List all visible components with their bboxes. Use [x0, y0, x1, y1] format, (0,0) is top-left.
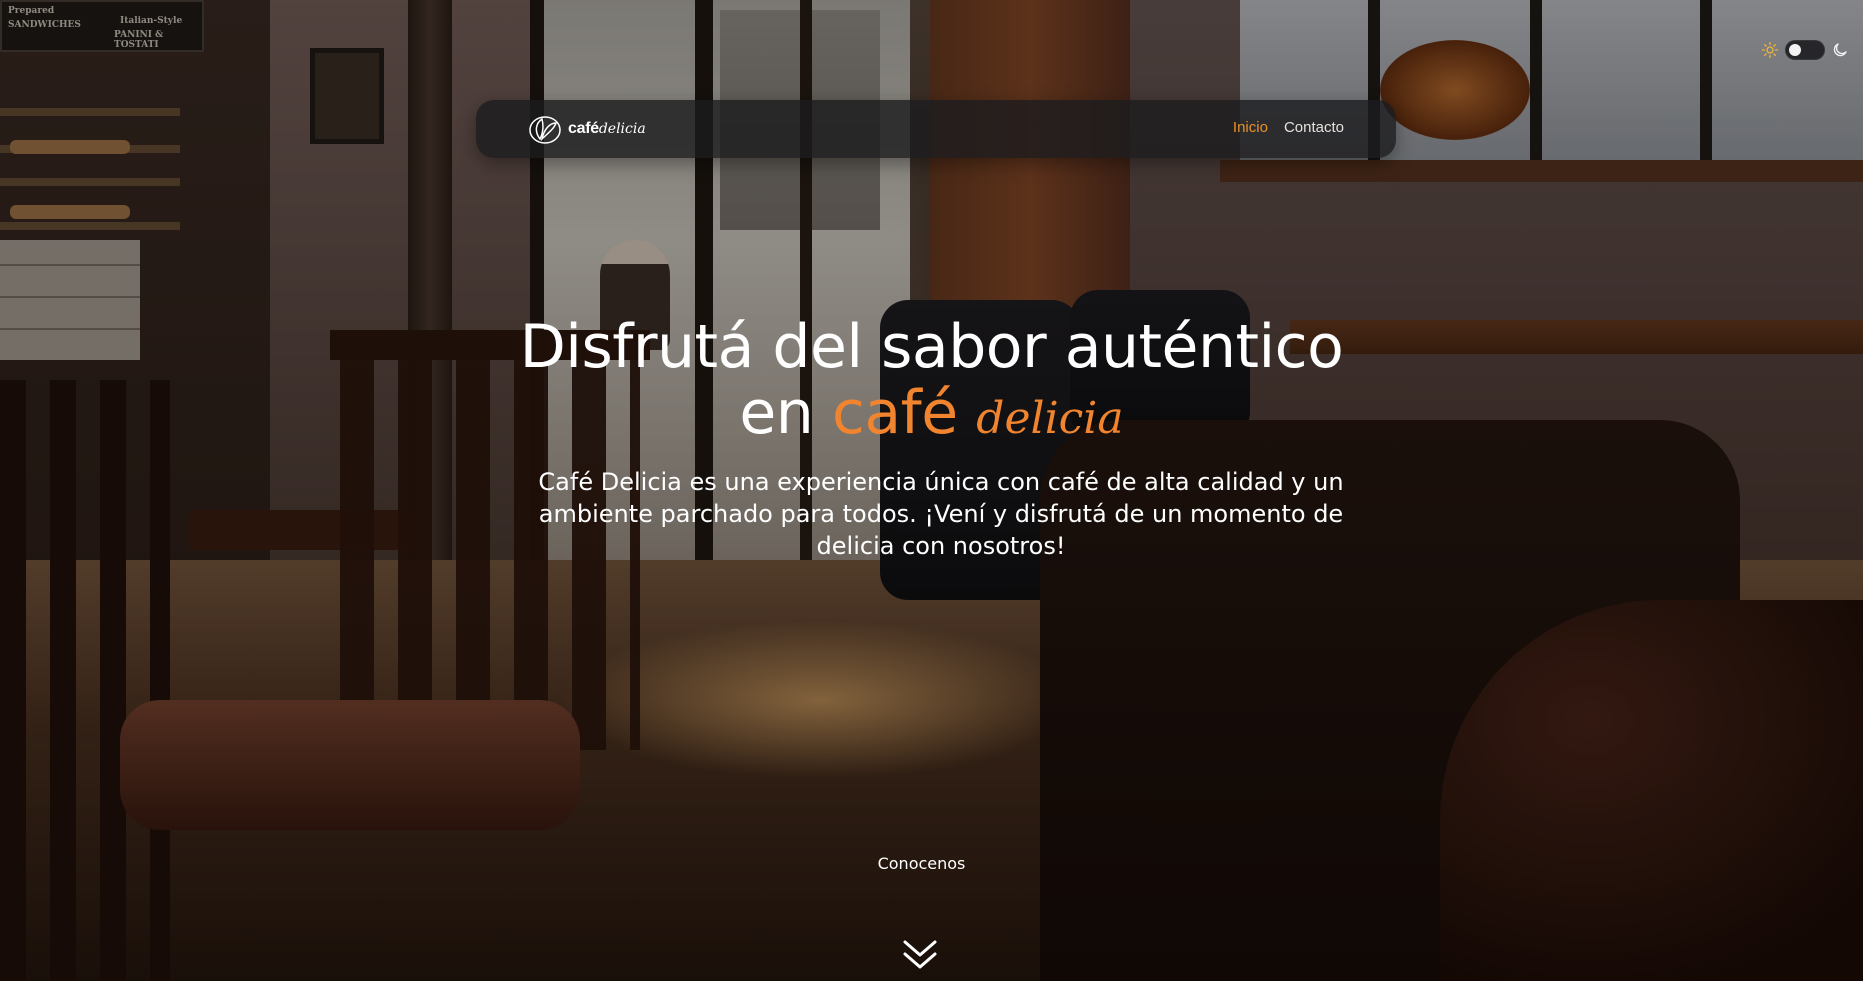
brand-script: delicia — [598, 121, 646, 137]
hero-title-prefix: en — [739, 378, 814, 448]
conocenos-link[interactable]: Conocenos — [0, 854, 1843, 873]
brand-logo[interactable]: café delicia — [528, 113, 646, 145]
hero-title-accent: café — [831, 378, 958, 448]
theme-switch-knob — [1789, 44, 1801, 56]
hero-title-script: delicia — [976, 393, 1124, 444]
hero-subtitle: Café Delicia es una experiencia única co… — [538, 468, 1344, 560]
nav-links: Inicio Contacto — [1233, 119, 1344, 136]
hero-title: Disfrutá del sabor auténtico en café del… — [0, 314, 1863, 452]
nav-link-contacto[interactable]: Contacto — [1284, 119, 1344, 136]
navbar: café delicia Inicio Contacto — [476, 100, 1396, 158]
sun-icon — [1761, 41, 1779, 59]
theme-switch[interactable] — [1785, 40, 1825, 60]
nav-link-inicio[interactable]: Inicio — [1233, 119, 1268, 136]
double-chevron-down-icon[interactable] — [902, 938, 938, 972]
moon-icon — [1833, 43, 1847, 57]
theme-toggle[interactable] — [1761, 40, 1849, 60]
hero-title-line1: Disfrutá del sabor auténtico — [519, 312, 1344, 382]
leaf-logo-icon — [529, 116, 561, 144]
brand-word: café — [568, 120, 599, 137]
